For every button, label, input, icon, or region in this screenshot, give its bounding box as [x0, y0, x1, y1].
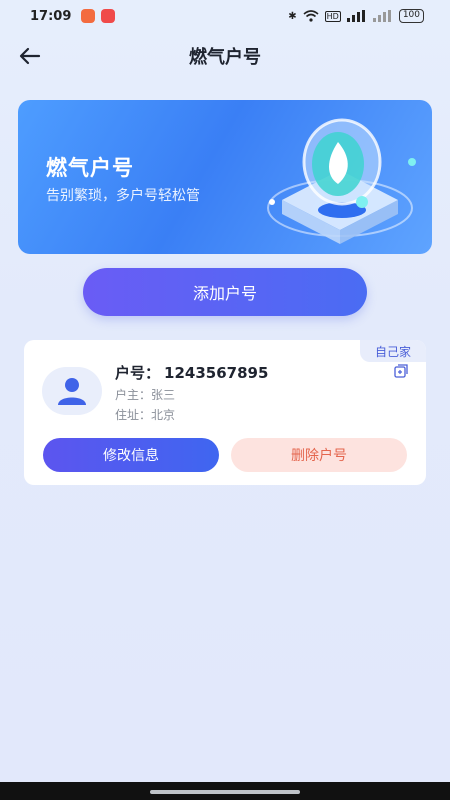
delete-account-button[interactable]: 删除户号 — [231, 438, 407, 472]
header: 燃气户号 — [0, 36, 450, 76]
account-number: 户号： 1243567895 — [115, 362, 268, 383]
banner-subtitle: 告别繁琐，多户号轻松管 — [46, 188, 200, 204]
copy-icon[interactable] — [394, 364, 408, 378]
wifi-icon — [303, 10, 319, 22]
home-indicator[interactable] — [150, 790, 300, 794]
status-bar: 17:09 ✱ HD 100 — [0, 0, 450, 32]
video-notification-icon — [101, 9, 116, 23]
page-title: 燃气户号 — [189, 47, 261, 68]
app-notification-icon — [81, 9, 96, 23]
account-address: 住址：北京 — [115, 408, 176, 422]
signal-icon — [372, 10, 391, 22]
status-time: 17:09 — [30, 8, 72, 24]
gas-flame-illustration — [267, 118, 416, 244]
account-number-value: 1243567895 — [164, 364, 269, 382]
arrow-left-icon — [19, 47, 41, 65]
banner: 燃气户号 告别繁琐，多户号轻松管 — [18, 100, 432, 254]
battery-icon: 100 — [398, 9, 424, 23]
bluetooth-icon: ✱ — [288, 10, 297, 22]
banner-title: 燃气户号 — [46, 156, 134, 180]
avatar — [42, 367, 102, 415]
user-icon — [58, 378, 86, 405]
back-button[interactable] — [16, 44, 44, 68]
account-number-label: 户号： — [115, 364, 161, 382]
hd-icon: HD — [324, 10, 341, 22]
status-icons: ✱ HD 100 — [288, 9, 424, 23]
account-owner: 户主：张三 — [115, 388, 176, 402]
system-nav-bar — [0, 782, 450, 800]
5g-signal-icon — [346, 10, 365, 22]
account-card: 自己家 户号： 1243567895 户主：张三 住址：北京 修改信息 删除户号 — [24, 340, 426, 485]
family-tag: 自己家 — [360, 340, 426, 362]
edit-info-button[interactable]: 修改信息 — [43, 438, 219, 472]
add-account-button[interactable]: 添加户号 — [83, 268, 367, 316]
